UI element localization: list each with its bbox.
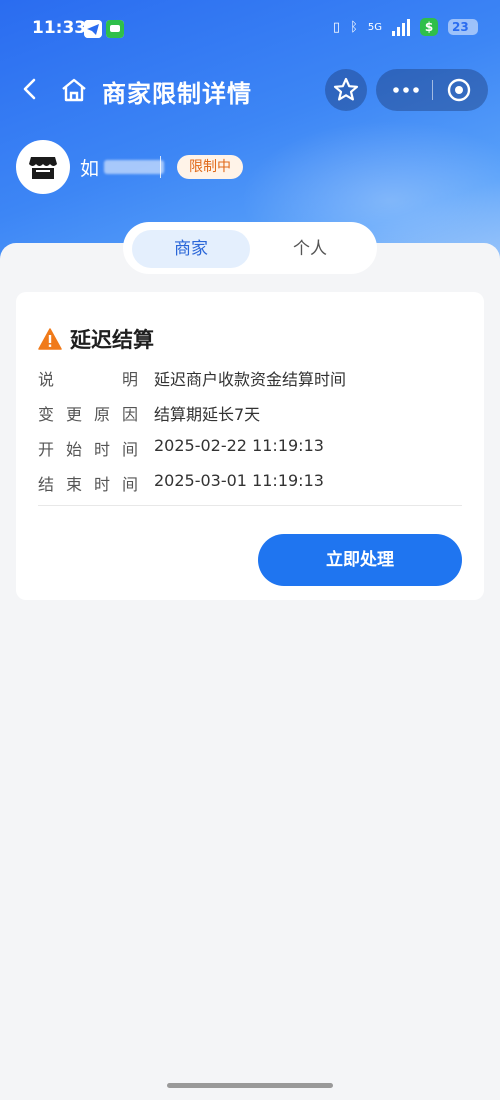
merchant-name-masked [104,160,164,174]
signal-icon [392,18,410,36]
handle-now-button[interactable]: 立即处理 [258,534,462,586]
label-char: 时 [93,440,110,459]
tab-switcher: 商家 个人 [123,222,377,274]
row-value: 延迟商户收款资金结算时间 [154,370,347,389]
mini-program-capsule [376,69,488,111]
label-char: 始 [65,440,82,459]
label-char: 间 [121,440,138,459]
message-app-icon [106,20,124,38]
more-button[interactable] [390,79,422,101]
label-char: 更 [65,405,82,424]
label-char: 开 [38,440,55,459]
name-separator [160,156,161,178]
label-char: 变 [38,405,55,424]
status-time: 11:33 [32,18,87,38]
home-indicator[interactable] [167,1083,333,1088]
battery-icon: 23 [448,19,478,35]
label-char: 时 [93,475,110,494]
home-icon [62,78,86,102]
row-label: 说 明 [38,366,138,390]
tab-merchant[interactable]: 商家 [132,230,250,268]
label-char: 原 [93,405,110,424]
tab-personal[interactable]: 个人 [251,230,369,268]
bluetooth-icon: ᛒ [350,19,358,35]
favorite-button[interactable] [325,69,367,111]
label-char: 结 [38,475,55,494]
network-type: 5G [367,21,382,33]
vibrate-icon: ▯ [332,19,341,35]
row-value: 2025-03-01 11:19:13 [154,471,324,490]
row-label: 变 更 原 因 [38,401,138,425]
battery-level: 23 [452,20,469,34]
merchant-name: 如 [80,158,100,180]
label-char: 因 [121,405,138,424]
chevron-left-icon [23,78,36,100]
capsule-divider [432,80,433,100]
label-char: 间 [121,475,138,494]
row-value: 2025-02-22 11:19:13 [154,436,324,455]
page-title: 商家限制详情 [102,80,252,108]
row-label: 开 始 时 间 [38,436,138,460]
close-mini-program-button[interactable] [446,77,472,103]
store-icon [29,157,57,179]
status-bar: 11:33 ▯ ᛒ 5G $ 23 [0,0,500,60]
back-button[interactable] [14,72,48,106]
restriction-card: 延迟结算 说 明 延迟商户收款资金结算时间 变 更 原 因 结算期延长7天 开 … [16,292,484,600]
card-title: 延迟结算 [70,328,154,352]
home-button[interactable] [58,74,90,106]
restriction-status-badge: 限制中 [177,155,243,179]
label-char: 明 [121,370,138,389]
telegram-icon [84,20,102,38]
row-value: 结算期延长7天 [154,405,261,424]
target-icon [447,78,471,102]
merchant-avatar [16,140,70,194]
merchant-info: 如 限制中 [16,140,476,194]
label-char: 束 [65,475,82,494]
star-icon [333,77,359,101]
card-divider [38,505,462,506]
label-char: 说 [38,370,55,389]
more-dots-icon [393,87,419,93]
warning-icon [38,328,62,350]
row-label: 结 束 时 间 [38,471,138,495]
dollar-app-icon: $ [420,18,438,36]
nav-bar: 商家限制详情 [0,62,500,118]
